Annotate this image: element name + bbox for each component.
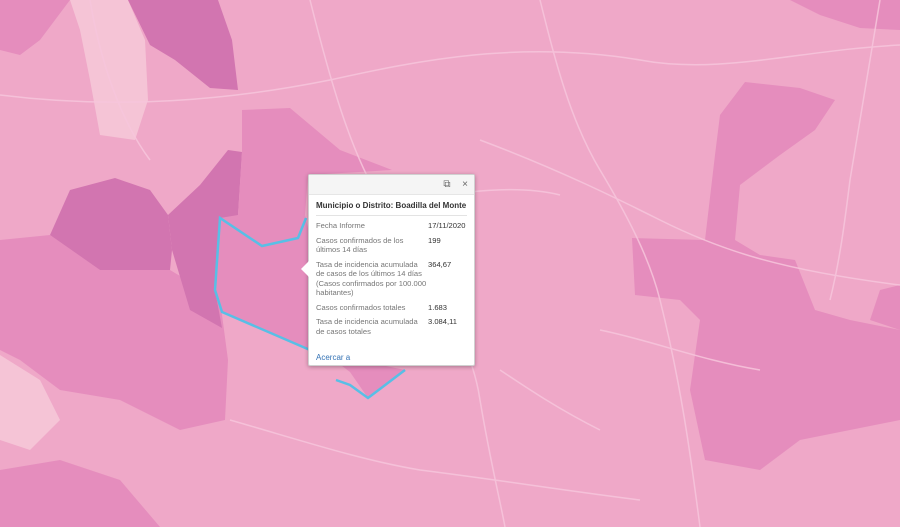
field-name: Fecha Informe: [316, 221, 365, 230]
field-value: 3.084,11: [428, 317, 457, 326]
field-name: Tasa de incidencia acumulada de casos to…: [316, 317, 418, 336]
popup-header: ⧉ ×: [309, 175, 474, 195]
field-value: 17/11/2020: [428, 221, 466, 230]
field-name: Casos confirmados de los últimos 14 días: [316, 235, 404, 255]
attribute-table: Fecha Informe 17/11/2020 Casos confirmad…: [316, 219, 467, 339]
maximize-icon[interactable]: ⧉: [442, 179, 452, 190]
table-row: Casos confirmados totales 1.683: [316, 301, 467, 316]
field-name: Tasa de incidencia acumulada de casos de…: [316, 259, 427, 298]
popup-body: Municipio o Distrito: Boadilla del Monte…: [309, 195, 474, 339]
info-popup: ⧉ × Municipio o Distrito: Boadilla del M…: [301, 174, 475, 366]
table-row: Casos confirmados de los últimos 14 días…: [316, 234, 467, 258]
popup-title: Municipio o Distrito: Boadilla del Monte: [316, 201, 467, 216]
table-row: Tasa de incidencia acumulada de casos de…: [316, 258, 467, 301]
field-value: 1.683: [428, 302, 448, 312]
field-value: 199: [428, 235, 441, 245]
table-row: Tasa de incidencia acumulada de casos to…: [316, 315, 467, 339]
close-icon[interactable]: ×: [460, 179, 470, 190]
zoom-to-link[interactable]: Acercar a: [316, 353, 350, 362]
field-name: Casos confirmados totales: [316, 302, 406, 312]
table-row: Fecha Informe 17/11/2020: [316, 219, 467, 234]
field-value: 364,67: [428, 259, 452, 269]
